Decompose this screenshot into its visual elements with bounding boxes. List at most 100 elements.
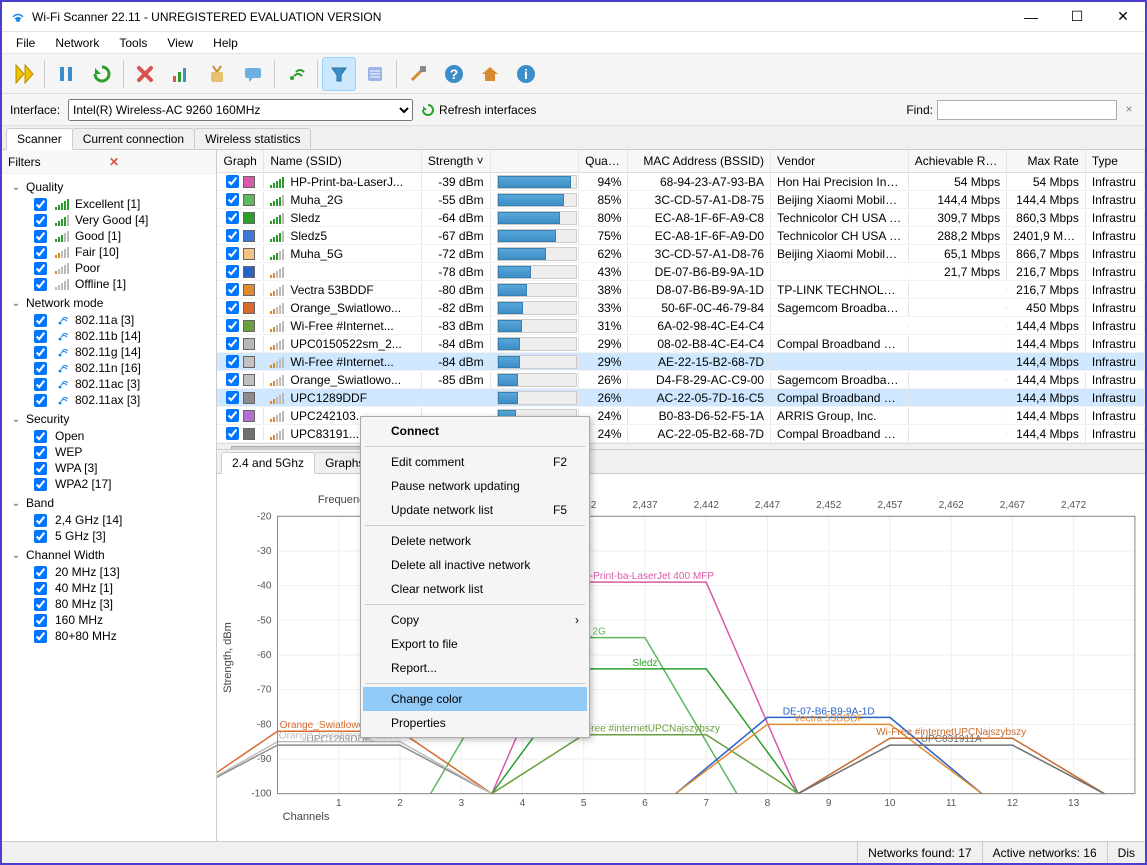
stats-button[interactable] <box>164 57 198 91</box>
table-row[interactable]: Wi-Free #Internet... -84 dBm 29% AE-22-1… <box>217 353 1145 371</box>
table-row[interactable]: Sledz -64 dBm 80% EC-A8-1F-6F-A9-C8 Tech… <box>217 209 1145 227</box>
signal-button[interactable] <box>279 57 313 91</box>
clean-button[interactable] <box>200 57 234 91</box>
interface-select[interactable]: Intel(R) Wireless-AC 9260 160MHz <box>68 99 413 121</box>
filter-checkbox[interactable] <box>34 598 47 611</box>
filter-checkbox[interactable] <box>34 314 47 327</box>
filter-group-channel-width[interactable]: ⌄Channel Width <box>6 546 212 564</box>
filter-checkbox[interactable] <box>34 566 47 579</box>
table-row[interactable]: Orange_Swiatlowo... -85 dBm 26% D4-F8-29… <box>217 371 1145 389</box>
filter-item[interactable]: WEP <box>34 444 212 460</box>
filter-group-network-mode[interactable]: ⌄Network mode <box>6 294 212 312</box>
filter-checkbox[interactable] <box>34 230 47 243</box>
filter-item[interactable]: 2,4 GHz [14] <box>34 512 212 528</box>
table-row[interactable]: Wi-Free #Internet... -83 dBm 31% 6A-02-9… <box>217 317 1145 335</box>
row-graph-checkbox[interactable] <box>226 355 239 368</box>
filter-checkbox[interactable] <box>34 582 47 595</box>
filter-group-security[interactable]: ⌄Security <box>6 410 212 428</box>
row-graph-checkbox[interactable] <box>226 301 239 314</box>
filter-checkbox[interactable] <box>34 514 47 527</box>
tab-current-connection[interactable]: Current connection <box>72 128 195 149</box>
tab-scanner[interactable]: Scanner <box>6 128 73 150</box>
context-menu-item[interactable]: Pause network updating <box>363 474 587 498</box>
log-button[interactable] <box>358 57 392 91</box>
filter-checkbox[interactable] <box>34 362 47 375</box>
menu-network[interactable]: Network <box>45 34 109 52</box>
about-button[interactable]: i <box>509 57 543 91</box>
horizontal-scrollbar[interactable]: ‹ › <box>217 443 1145 450</box>
filter-group-band[interactable]: ⌄Band <box>6 494 212 512</box>
filter-item[interactable]: WPA2 [17] <box>34 476 212 492</box>
filter-checkbox[interactable] <box>34 394 47 407</box>
filter-checkbox[interactable] <box>34 530 47 543</box>
row-graph-checkbox[interactable] <box>226 265 239 278</box>
help-button[interactable]: ? <box>437 57 471 91</box>
maximize-button[interactable]: ☐ <box>1063 7 1091 27</box>
row-graph-checkbox[interactable] <box>226 319 239 332</box>
context-menu-item[interactable]: Report... <box>363 656 587 680</box>
filter-checkbox[interactable] <box>34 278 47 291</box>
filters-close-icon[interactable]: ✕ <box>109 155 210 169</box>
bottom-tab-0[interactable]: 2.4 and 5Ghz <box>221 452 315 474</box>
row-graph-checkbox[interactable] <box>226 247 239 260</box>
menu-help[interactable]: Help <box>203 34 248 52</box>
table-row[interactable]: Sledz5 -67 dBm 75% EC-A8-1F-6F-A9-D0 Tec… <box>217 227 1145 245</box>
context-menu-item[interactable]: Properties <box>363 711 587 735</box>
filter-item[interactable]: 80 MHz [3] <box>34 596 212 612</box>
settings-button[interactable] <box>401 57 435 91</box>
table-row[interactable]: UPC83191... 24% AC-22-05-B2-68-7D Compal… <box>217 425 1145 443</box>
filter-button[interactable] <box>322 57 356 91</box>
table-row[interactable]: Vectra 53BDDF -80 dBm 38% D8-07-B6-B9-9A… <box>217 281 1145 299</box>
column-header[interactable]: Name (SSID) <box>264 150 421 172</box>
refresh-interfaces-link[interactable]: Refresh interfaces <box>421 103 536 117</box>
filter-item[interactable]: 40 MHz [1] <box>34 580 212 596</box>
filter-checkbox[interactable] <box>34 446 47 459</box>
row-graph-checkbox[interactable] <box>226 211 239 224</box>
menu-view[interactable]: View <box>157 34 203 52</box>
column-header[interactable]: Quality <box>579 150 628 172</box>
filter-group-quality[interactable]: ⌄Quality <box>6 178 212 196</box>
table-row[interactable]: UPC242103... 24% B0-83-D6-52-F5-1A ARRIS… <box>217 407 1145 425</box>
column-header[interactable]: MAC Address (BSSID) <box>628 150 771 172</box>
context-menu-item[interactable]: Change color <box>363 687 587 711</box>
row-graph-checkbox[interactable] <box>226 229 239 242</box>
filter-item[interactable]: WPA [3] <box>34 460 212 476</box>
row-graph-checkbox[interactable] <box>226 193 239 206</box>
filter-item[interactable]: Poor <box>34 260 212 276</box>
column-header[interactable]: Max Rate <box>1007 150 1086 172</box>
row-graph-checkbox[interactable] <box>226 427 239 440</box>
filter-item[interactable]: Good [1] <box>34 228 212 244</box>
column-header[interactable]: Strength ˅ <box>422 150 491 172</box>
close-button[interactable]: ✕ <box>1109 7 1137 27</box>
filter-item[interactable]: Offline [1] <box>34 276 212 292</box>
table-row[interactable]: Muha_2G -55 dBm 85% 3C-CD-57-A1-D8-75 Be… <box>217 191 1145 209</box>
row-graph-checkbox[interactable] <box>226 373 239 386</box>
context-menu-item[interactable]: Delete network <box>363 529 587 553</box>
filter-item[interactable]: 802.11ax [3] <box>34 392 212 408</box>
filter-checkbox[interactable] <box>34 214 47 227</box>
column-header[interactable] <box>491 150 580 172</box>
column-header[interactable]: Type <box>1086 150 1145 172</box>
table-row[interactable]: -78 dBm 43% DE-07-B6-B9-9A-1D 21,7 Mbps … <box>217 263 1145 281</box>
comment-button[interactable] <box>236 57 270 91</box>
table-row[interactable]: UPC1289DDF 26% AC-22-05-7D-16-C5 Compal … <box>217 389 1145 407</box>
filter-item[interactable]: 160 MHz <box>34 612 212 628</box>
minimize-button[interactable]: — <box>1017 7 1045 27</box>
filter-checkbox[interactable] <box>34 378 47 391</box>
row-graph-checkbox[interactable] <box>226 391 239 404</box>
context-menu-item[interactable]: Export to file <box>363 632 587 656</box>
find-clear-icon[interactable]: × <box>1121 102 1137 118</box>
refresh-button[interactable] <box>85 57 119 91</box>
find-input[interactable] <box>937 100 1117 120</box>
filter-item[interactable]: 802.11b [14] <box>34 328 212 344</box>
filter-checkbox[interactable] <box>34 262 47 275</box>
filter-item[interactable]: 80+80 MHz <box>34 628 212 644</box>
context-menu-item[interactable]: Delete all inactive network <box>363 553 587 577</box>
menu-tools[interactable]: Tools <box>109 34 157 52</box>
column-header[interactable]: Achievable Rate <box>909 150 1007 172</box>
filter-item[interactable]: 802.11g [14] <box>34 344 212 360</box>
filter-checkbox[interactable] <box>34 346 47 359</box>
table-row[interactable]: UPC0150522sm_2... -84 dBm 29% 08-02-B8-4… <box>217 335 1145 353</box>
delete-button[interactable] <box>128 57 162 91</box>
row-graph-checkbox[interactable] <box>226 409 239 422</box>
